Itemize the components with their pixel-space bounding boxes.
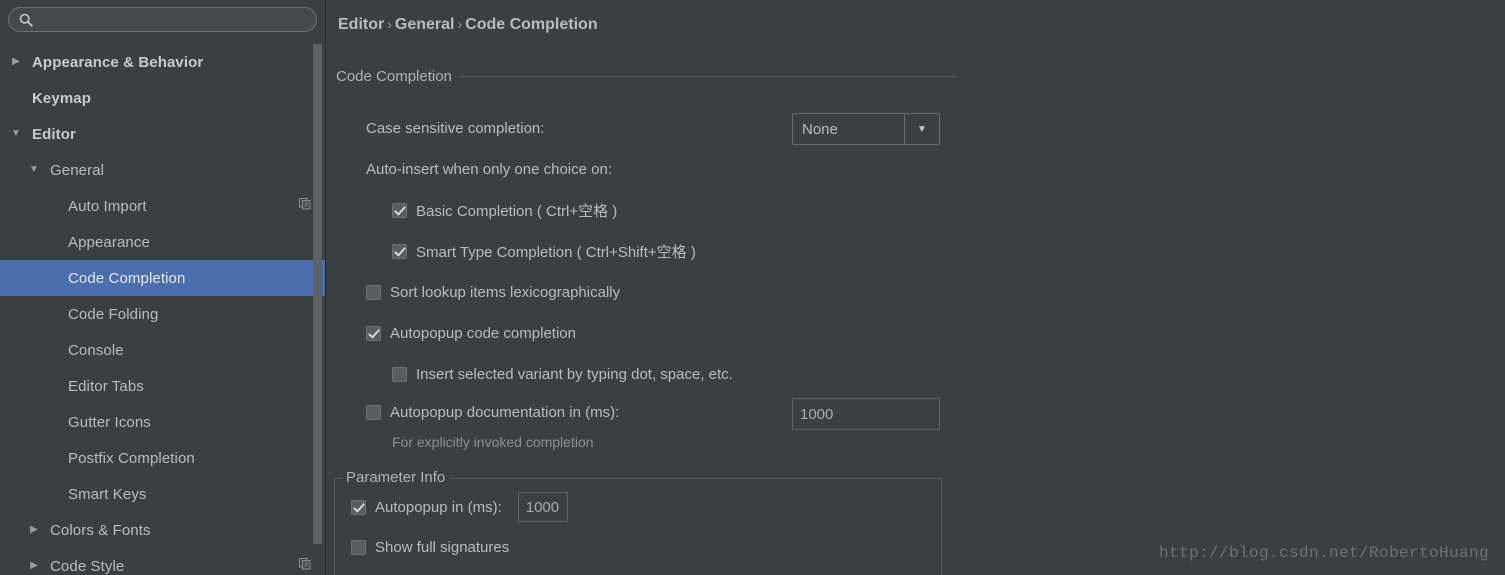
- sidebar-item-appearance[interactable]: ▶Appearance: [0, 224, 325, 260]
- sidebar-scrollbar-track[interactable]: [313, 44, 322, 575]
- sidebar-item-label: Colors & Fonts: [50, 522, 151, 539]
- case-sensitive-value: None: [793, 121, 904, 138]
- insert-variant-row[interactable]: Insert selected variant by typing dot, s…: [326, 354, 956, 395]
- settings-content: Editor›General›Code Completion Code Comp…: [326, 0, 1505, 575]
- insert-variant-checkbox[interactable]: [392, 367, 407, 382]
- basic-completion-label: Basic Completion ( Ctrl+空格 ): [416, 200, 617, 221]
- parameter-autopopup-input[interactable]: [518, 492, 568, 522]
- sidebar-item-code-completion[interactable]: ▶Code Completion: [0, 260, 325, 296]
- sidebar-item-console[interactable]: ▶Console: [0, 332, 325, 368]
- case-sensitive-label: Case sensitive completion:: [366, 120, 544, 137]
- watermark: http://blog.csdn.net/RobertoHuang: [1159, 544, 1489, 562]
- sidebar-item-label: Editor: [32, 126, 76, 143]
- sidebar-item-label: Editor Tabs: [68, 378, 144, 395]
- sidebar-item-colors-fonts[interactable]: ▶ Colors & Fonts: [0, 512, 325, 548]
- chevron-down-icon[interactable]: ▼: [904, 114, 939, 144]
- sidebar-scrollbar-thumb[interactable]: [313, 44, 322, 544]
- autopopup-documentation-checkbox[interactable]: [366, 405, 381, 420]
- basic-completion-checkbox[interactable]: [392, 203, 407, 218]
- sidebar-item-general[interactable]: ▼ General: [0, 152, 325, 188]
- chevron-right-icon[interactable]: ▶: [26, 561, 42, 571]
- sidebar-item-auto-import[interactable]: ▶Auto Import: [0, 188, 325, 224]
- show-full-signatures-label: Show full signatures: [375, 539, 509, 556]
- group-title: Code Completion: [336, 68, 460, 85]
- chevron-right-icon[interactable]: ▶: [26, 525, 42, 535]
- sidebar-item-label: Console: [68, 342, 124, 359]
- sidebar-item-code-style[interactable]: ▶ Code Style: [0, 548, 325, 575]
- basic-completion-row[interactable]: Basic Completion ( Ctrl+空格 ): [326, 190, 956, 231]
- auto-insert-label: Auto-insert when only one choice on:: [366, 161, 612, 178]
- sidebar-item-gutter-icons[interactable]: ▶Gutter Icons: [0, 404, 325, 440]
- case-sensitive-dropdown[interactable]: None ▼: [792, 113, 940, 145]
- smart-type-completion-label: Smart Type Completion ( Ctrl+Shift+空格 ): [416, 241, 696, 262]
- parameter-autopopup-label: Autopopup in (ms):: [375, 499, 502, 516]
- search-container: [0, 0, 325, 38]
- autopopup-documentation-hint-row: For explicitly invoked completion: [326, 429, 956, 455]
- sidebar-item-label: Smart Keys: [68, 486, 147, 503]
- autopopup-code-completion-checkbox[interactable]: [366, 326, 381, 341]
- sidebar-item-keymap[interactable]: ▶Keymap: [0, 80, 325, 116]
- autopopup-code-completion-row[interactable]: Autopopup code completion: [326, 313, 956, 354]
- parameter-autopopup-checkbox[interactable]: [351, 500, 366, 515]
- sidebar-item-label: Appearance & Behavior: [32, 54, 203, 71]
- autopopup-documentation-label: Autopopup documentation in (ms):: [390, 404, 619, 421]
- sidebar-item-postfix-completion[interactable]: ▶Postfix Completion: [0, 440, 325, 476]
- autopopup-documentation-hint: For explicitly invoked completion: [392, 434, 594, 450]
- smart-type-completion-row[interactable]: Smart Type Completion ( Ctrl+Shift+空格 ): [326, 231, 956, 272]
- sidebar-item-label: Code Style: [50, 558, 124, 575]
- breadcrumb-code-completion: Code Completion: [465, 16, 597, 33]
- autopopup-documentation-input[interactable]: [792, 398, 940, 430]
- breadcrumb-general[interactable]: General: [395, 16, 455, 33]
- show-full-signatures-row[interactable]: Show full signatures: [335, 527, 941, 567]
- breadcrumb-separator: ›: [454, 16, 465, 32]
- settings-dialog: ▶Appearance & Behavior▶Keymap▼Editor▼Gen…: [0, 0, 1505, 575]
- autopopup-documentation-row[interactable]: Autopopup documentation in (ms):: [326, 395, 956, 429]
- sidebar-item-smart-keys[interactable]: ▶Smart Keys: [0, 476, 325, 512]
- chevron-right-icon[interactable]: ▶: [8, 57, 24, 67]
- settings-sidebar: ▶Appearance & Behavior▶Keymap▼Editor▼Gen…: [0, 0, 326, 575]
- sidebar-item-editor[interactable]: ▼ Editor: [0, 116, 325, 152]
- parameter-autopopup-row[interactable]: Autopopup in (ms):: [335, 487, 941, 527]
- autopopup-code-completion-label: Autopopup code completion: [390, 325, 576, 342]
- chevron-down-icon[interactable]: ▼: [8, 129, 24, 139]
- insert-variant-label: Insert selected variant by typing dot, s…: [416, 366, 733, 383]
- breadcrumb: Editor›General›Code Completion: [338, 16, 598, 34]
- smart-type-completion-checkbox[interactable]: [392, 244, 407, 259]
- sidebar-item-editor-tabs[interactable]: ▶Editor Tabs: [0, 368, 325, 404]
- search-box[interactable]: [8, 7, 317, 32]
- sidebar-item-label: Code Completion: [68, 270, 185, 287]
- sidebar-item-label: Appearance: [68, 234, 150, 251]
- sidebar-item-label: Gutter Icons: [68, 414, 151, 431]
- breadcrumb-separator: ›: [384, 16, 395, 32]
- sort-lookup-label: Sort lookup items lexicographically: [390, 284, 620, 301]
- sort-lookup-row[interactable]: Sort lookup items lexicographically: [326, 272, 956, 313]
- copy-icon[interactable]: [299, 197, 311, 215]
- sidebar-item-label: Keymap: [32, 90, 91, 107]
- show-full-signatures-checkbox[interactable]: [351, 540, 366, 555]
- code-completion-group-header: Code Completion: [336, 68, 956, 85]
- parameter-info-legend: Parameter Info: [343, 469, 450, 486]
- sidebar-item-label: Postfix Completion: [68, 450, 195, 467]
- copy-icon[interactable]: [299, 557, 311, 575]
- group-divider: [460, 76, 956, 77]
- auto-insert-row: Auto-insert when only one choice on:: [326, 149, 956, 190]
- code-completion-form: Case sensitive completion: None ▼ Auto-i…: [326, 108, 956, 455]
- sidebar-item-label: Code Folding: [68, 306, 158, 323]
- search-icon: [19, 13, 33, 27]
- sidebar-item-code-folding[interactable]: ▶Code Folding: [0, 296, 325, 332]
- sidebar-item-appearance-behavior[interactable]: ▶ Appearance & Behavior: [0, 44, 325, 80]
- parameter-info-group: Parameter Info Autopopup in (ms): Show f…: [334, 478, 942, 575]
- search-input[interactable]: [39, 12, 306, 27]
- sort-lookup-checkbox[interactable]: [366, 285, 381, 300]
- breadcrumb-editor[interactable]: Editor: [338, 16, 384, 33]
- sidebar-item-label: General: [50, 162, 104, 179]
- chevron-down-icon[interactable]: ▼: [26, 165, 42, 175]
- settings-tree: ▶Appearance & Behavior▶Keymap▼Editor▼Gen…: [0, 44, 325, 575]
- case-sensitive-row: Case sensitive completion: None ▼: [326, 108, 956, 149]
- sidebar-item-label: Auto Import: [68, 198, 147, 215]
